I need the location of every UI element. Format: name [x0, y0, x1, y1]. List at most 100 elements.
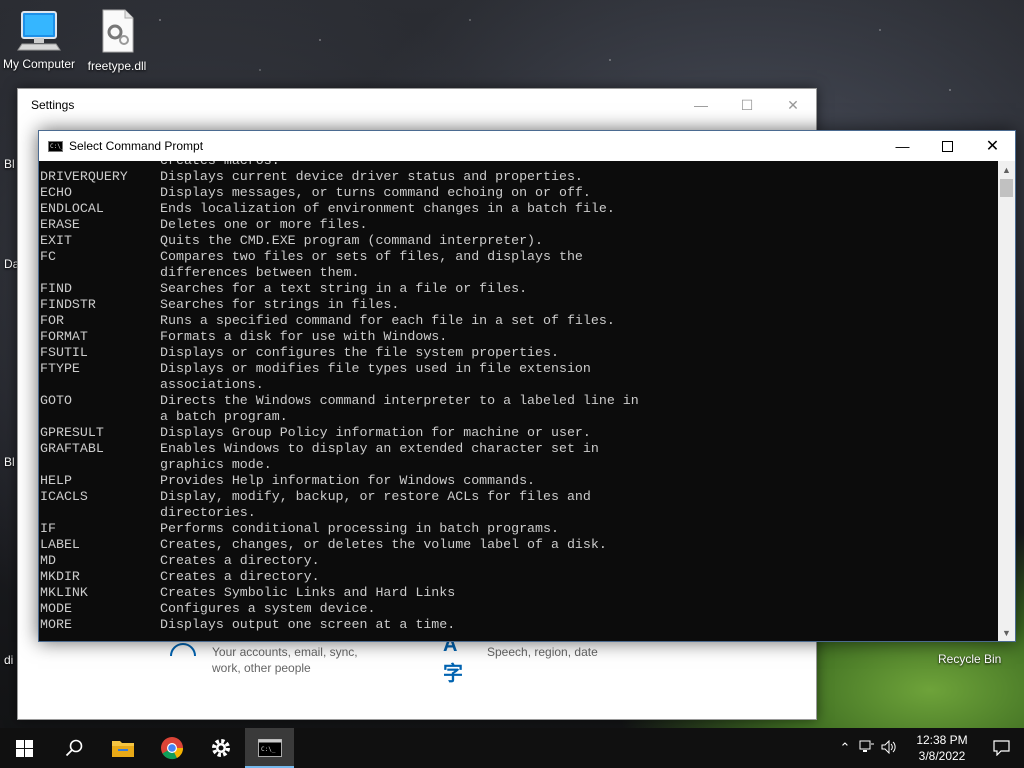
command-name: FINDSTR [40, 297, 96, 312]
command-name [40, 505, 160, 521]
clock[interactable]: 12:38 PM 3/8/2022 [906, 732, 978, 764]
chrome-button[interactable] [147, 728, 196, 768]
console-line: EXIT Quits the CMD.EXE program (command i… [40, 233, 639, 249]
maximize-button[interactable] [925, 131, 970, 161]
command-description: Searches for strings in files. [160, 297, 400, 312]
command-description: Display, modify, backup, or restore ACLs… [160, 489, 591, 504]
close-button[interactable]: ✕ [970, 131, 1015, 161]
notification-icon [992, 740, 1010, 756]
command-name: GPRESULT [40, 425, 104, 440]
settings-category-desc: Speech, region, date [487, 645, 598, 659]
command-name: MODE [40, 601, 72, 616]
cmd-window-controls: — ✕ [880, 131, 1015, 161]
console-line: MD Creates a directory. [40, 553, 639, 569]
command-name: MKLINK [40, 585, 88, 600]
start-button[interactable] [0, 728, 49, 768]
command-name: ERASE [40, 217, 80, 232]
command-name: MORE [40, 617, 72, 632]
console-line: HELP Provides Help information for Window… [40, 473, 639, 489]
command-name: MKDIR [40, 569, 80, 584]
console-line: ECHO Displays messages, or turns command … [40, 185, 639, 201]
svg-text:C:\_: C:\_ [261, 746, 276, 753]
command-description: Displays Group Policy information for ma… [160, 425, 591, 440]
command-description: Displays current device driver status an… [160, 169, 583, 184]
command-description: Displays messages, or turns command echo… [160, 185, 591, 200]
settings-category-list: Your accounts, email, sync, work, other … [168, 634, 808, 714]
command-name [40, 161, 160, 169]
windows-logo-icon [16, 739, 33, 757]
command-name: GRAFTABL [40, 441, 104, 456]
console-line: GPRESULT Displays Group Policy informatio… [40, 425, 639, 441]
command-description: differences between them. [160, 265, 360, 280]
command-description: Creates, changes, or deletes the volume … [160, 537, 607, 552]
command-description: Searches for a text string in a file or … [160, 281, 528, 296]
action-center-button[interactable] [978, 740, 1024, 756]
command-name: ICACLS [40, 489, 88, 504]
command-description: Displays or modifies file types used in … [160, 361, 591, 376]
minimize-icon: — [895, 138, 910, 154]
command-name: FTYPE [40, 361, 80, 376]
command-name: HELP [40, 473, 72, 488]
console-line: a batch program. [40, 409, 639, 425]
console-output[interactable]: creates macros. DRIVERQUERY Displays curre… [39, 161, 999, 641]
maximize-button[interactable]: ☐ [724, 89, 770, 121]
command-name: GOTO [40, 393, 72, 408]
command-description: Creates Symbolic Links and Hard Links [160, 585, 456, 600]
console-line: FORMAT Formats a disk for use with Window… [40, 329, 639, 345]
command-prompt-window[interactable]: C:\_ Select Command Prompt — ✕ creates m… [38, 130, 1016, 642]
command-description: Displays output one screen at a time. [160, 617, 456, 632]
desktop-icon-label: freetype.dll [87, 59, 147, 73]
command-description: Formats a disk for use with Windows. [160, 329, 448, 344]
command-description: Compares two files or sets of files, and… [160, 249, 583, 264]
window-title: Settings [31, 98, 75, 112]
console-text: creates macros. DRIVERQUERY Displays curre… [40, 161, 639, 633]
settings-taskbar-button[interactable] [196, 728, 245, 768]
command-description: Provides Help information for Windows co… [160, 473, 536, 488]
command-name: DRIVERQUERY [40, 169, 128, 184]
desktop-icon-recycle-bin[interactable]: Recycle Bin [938, 652, 1001, 666]
window-title: Select Command Prompt [69, 139, 204, 153]
console-line: FTYPE Displays or modifies file types use… [40, 361, 639, 377]
console-line: ICACLS Display, modify, backup, or restor… [40, 489, 639, 505]
command-description: associations. [160, 377, 264, 392]
minimize-button[interactable]: — [678, 89, 724, 121]
terminal-icon: C:\_ [48, 140, 65, 152]
maximize-icon [942, 140, 953, 152]
gear-icon [211, 739, 230, 757]
console-line: FINDSTR Searches for strings in files. [40, 297, 639, 313]
scroll-down-button[interactable]: ▼ [998, 624, 1015, 641]
chevron-down-icon: ▼ [1002, 627, 1011, 638]
command-prompt-taskbar-button[interactable]: C:\_ [245, 728, 294, 768]
minimize-button[interactable]: — [880, 131, 925, 161]
scrollbar-thumb[interactable] [1000, 179, 1013, 197]
close-button[interactable]: ✕ [770, 89, 816, 121]
command-name: IF [40, 521, 56, 536]
console-line: FOR Runs a specified command for each fil… [40, 313, 639, 329]
desktop-icon-freetype-dll[interactable]: freetype.dll [78, 8, 156, 73]
close-icon: ✕ [787, 96, 799, 113]
search-button[interactable] [49, 728, 98, 768]
console-line: GOTO Directs the Windows command interpre… [40, 393, 639, 409]
console-line: MODE Configures a system device. [40, 601, 639, 617]
console-line: associations. [40, 377, 639, 393]
command-name: MD [40, 553, 56, 568]
command-description: a batch program. [160, 409, 288, 424]
chevron-up-icon[interactable]: ⌃ [834, 740, 856, 756]
desktop-edge-label: Bl [4, 157, 15, 171]
console-line: MKLINK Creates Symbolic Links and Hard Li… [40, 585, 639, 601]
vertical-scrollbar[interactable]: ▲ ▼ [998, 161, 1015, 641]
command-name: FSUTIL [40, 345, 88, 360]
command-description: Ends localization of environment changes… [160, 201, 615, 216]
volume-icon[interactable] [878, 739, 900, 757]
cmd-titlebar[interactable]: C:\_ Select Command Prompt — ✕ [39, 131, 1015, 161]
console-line: differences between them. [40, 265, 639, 281]
settings-category-desc: Your accounts, email, sync, [212, 645, 358, 659]
command-description: Creates a directory. [160, 553, 320, 568]
desktop-icon-my-computer[interactable]: My Computer [0, 8, 78, 71]
taskbar: C:\_ ⌃ 12:38 PM 3/8/2022 [0, 728, 1024, 768]
command-name [40, 265, 160, 281]
chrome-icon [160, 737, 183, 760]
file-explorer-button[interactable] [98, 728, 147, 768]
network-icon[interactable] [856, 740, 878, 757]
scroll-up-button[interactable]: ▲ [998, 161, 1015, 178]
